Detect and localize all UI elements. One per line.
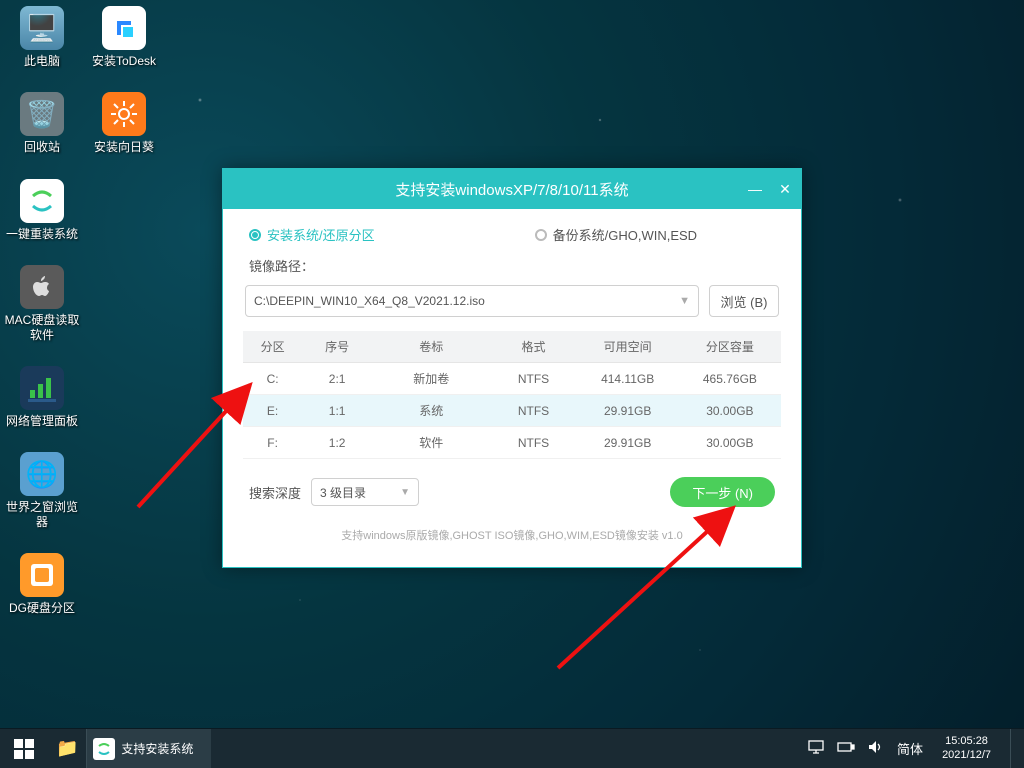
clock-time: 15:05:28 [942,735,991,748]
desktop-icon-install-todesk[interactable]: 安装ToDesk [86,6,162,68]
desktop-label: 回收站 [24,140,60,154]
radio-install-mode[interactable]: 安装系统/还原分区 [249,225,375,244]
desktop-label: 一键重装系统 [6,227,78,241]
window-title: 支持安装windowsXP/7/8/10/11系统 [395,179,628,200]
image-path-label: 镜像路径： [249,256,775,275]
windows-icon [14,739,34,759]
th-format: 格式 [490,331,576,363]
table-cell: NTFS [490,395,576,427]
tray-ime[interactable]: 简体 [897,739,923,758]
tray-battery-icon[interactable] [837,741,855,756]
radio-dot-icon [249,229,261,241]
browse-label: 浏览 (B) [721,292,768,311]
desktop-icon-one-click-reinstall[interactable]: 一键重装系统 [4,179,80,241]
image-path-dropdown[interactable]: C:\DEEPIN_WIN10_X64_Q8_V2021.12.iso ▼ [245,285,699,317]
radio-dot-icon [535,229,547,241]
bars-icon [20,366,64,410]
todesk-icon [102,6,146,50]
taskbar-explorer[interactable]: 📁 [48,729,86,768]
table-cell: NTFS [490,363,576,395]
th-free: 可用空间 [577,331,679,363]
table-cell: 1:2 [302,427,372,459]
desktop-icon-this-pc[interactable]: 🖥️ 此电脑 [4,6,80,68]
desktop-icon-install-sunflower[interactable]: 安装向日葵 [86,92,162,154]
support-footer-text: 支持windows原版镜像,GHOST ISO镜像,GHO,WIM,ESD镜像安… [243,527,781,543]
next-button[interactable]: 下一步 (N) [670,477,775,507]
desktop-label: 网络管理面板 [6,414,78,428]
desktop-icon-recycle-bin[interactable]: 🗑️ 回收站 [4,92,80,154]
desktop-label: 安装ToDesk [92,54,156,68]
th-partition: 分区 [243,331,302,363]
table-cell: 29.91GB [577,395,679,427]
table-cell: 新加卷 [372,363,490,395]
apple-icon [20,265,64,309]
start-button[interactable] [0,729,48,768]
table-cell: 系统 [372,395,490,427]
tray-clock[interactable]: 15:05:28 2021/12/7 [936,735,997,761]
close-button[interactable]: ✕ [775,181,795,198]
minimize-button[interactable]: — [745,181,765,197]
chevron-down-icon: ▼ [679,295,690,307]
table-cell: C: [243,363,302,395]
table-cell: NTFS [490,427,576,459]
trash-icon: 🗑️ [20,92,64,136]
depth-value: 3 级目录 [320,484,366,501]
chevron-down-icon: ▼ [400,487,410,498]
tray-action-center-icon[interactable] [808,740,824,757]
tray-volume-icon[interactable] [868,740,884,757]
radio-label: 安装系统/还原分区 [267,225,375,244]
desktop-label: DG硬盘分区 [9,601,75,615]
taskbar: 📁 支持安装系统 简体 15:05:28 2021/12/7 [0,728,1024,768]
desktop-icon-network-panel[interactable]: 网络管理面板 [4,366,80,428]
taskbar-app-label: 支持安装系统 [121,740,193,757]
radio-backup-mode[interactable]: 备份系统/GHO,WIN,ESD [535,225,697,244]
disk-icon [20,553,64,597]
sunflower-icon [102,92,146,136]
table-row[interactable]: E:1:1系统NTFS29.91GB30.00GB [243,395,781,427]
globe-icon: 🌐 [20,452,64,496]
table-cell: 30.00GB [679,395,781,427]
window-titlebar[interactable]: 支持安装windowsXP/7/8/10/11系统 — ✕ [223,169,801,209]
radio-label: 备份系统/GHO,WIN,ESD [553,225,697,244]
partition-table: 分区 序号 卷标 格式 可用空间 分区容量 C:2:1新加卷NTFS414.11… [243,331,781,459]
swap-icon [20,179,64,223]
table-cell: 2:1 [302,363,372,395]
table-cell: F: [243,427,302,459]
table-cell: 软件 [372,427,490,459]
table-cell: E: [243,395,302,427]
image-path-value: C:\DEEPIN_WIN10_X64_Q8_V2021.12.iso [254,294,485,308]
table-cell: 30.00GB [679,427,781,459]
next-label: 下一步 (N) [692,483,753,502]
table-row[interactable]: F:1:2软件NTFS29.91GB30.00GB [243,427,781,459]
desktop-icon-dg-partition[interactable]: DG硬盘分区 [4,553,80,615]
table-cell: 1:1 [302,395,372,427]
desktop-label: 安装向日葵 [94,140,154,154]
monitor-icon: 🖥️ [20,6,64,50]
table-cell: 29.91GB [577,427,679,459]
desktop-label: MAC硬盘读取软件 [4,313,80,342]
th-label: 卷标 [372,331,490,363]
th-total: 分区容量 [679,331,781,363]
desktop-label: 世界之窗浏览器 [4,500,80,529]
th-index: 序号 [302,331,372,363]
desktop-icon-world-browser[interactable]: 🌐 世界之窗浏览器 [4,452,80,529]
show-desktop-button[interactable] [1010,729,1016,768]
installer-window: 支持安装windowsXP/7/8/10/11系统 — ✕ 安装系统/还原分区 … [222,168,802,568]
table-cell: 465.76GB [679,363,781,395]
clock-date: 2021/12/7 [942,749,991,762]
installer-app-icon [93,738,115,760]
table-cell: 414.11GB [577,363,679,395]
folder-icon: 📁 [56,738,78,759]
table-row[interactable]: C:2:1新加卷NTFS414.11GB465.76GB [243,363,781,395]
search-depth-select[interactable]: 3 级目录 ▼ [311,478,419,506]
search-depth-label: 搜索深度 [249,483,301,502]
taskbar-app-installer[interactable]: 支持安装系统 [86,729,211,768]
browse-button[interactable]: 浏览 (B) [709,285,779,317]
desktop-label: 此电脑 [24,54,60,68]
desktop-icon-mac-disk-reader[interactable]: MAC硬盘读取软件 [4,265,80,342]
